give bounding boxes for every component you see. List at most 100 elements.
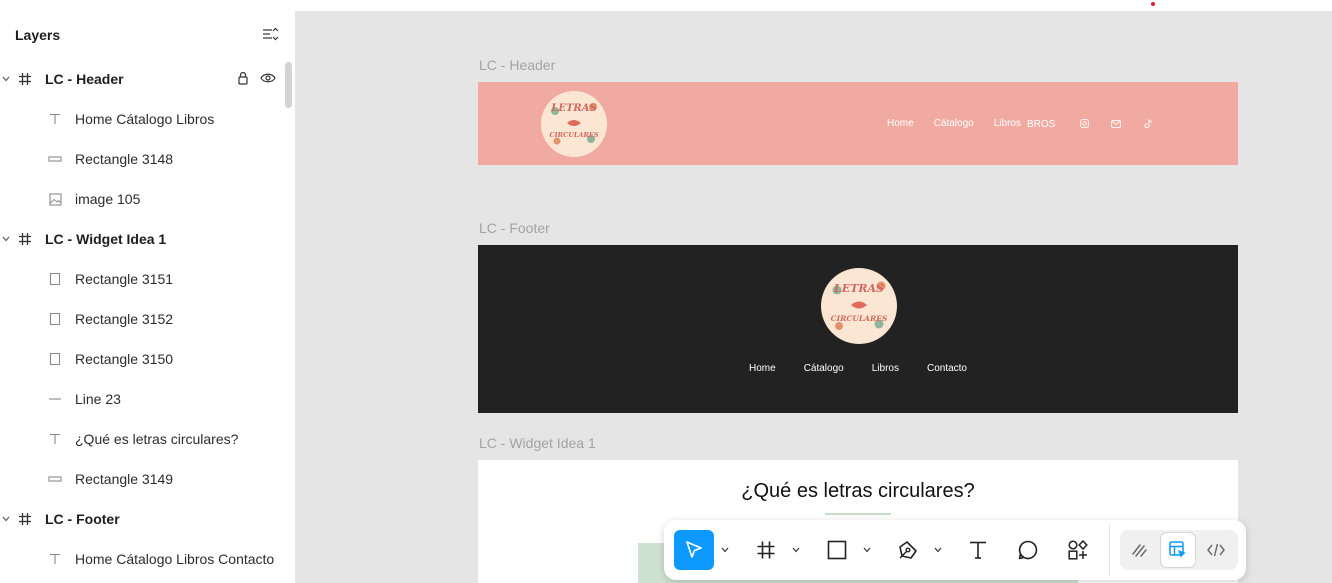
layer-label: Home Cátalogo Libros Contacto [75, 551, 275, 567]
comment-bubble-icon [1018, 540, 1038, 560]
layer-frame-lc-widget-idea-1[interactable]: LC - Widget Idea 1 [0, 219, 285, 259]
text-t-icon [970, 541, 986, 559]
layer-label: Rectangle 3148 [75, 151, 174, 167]
layers-scrollbar[interactable] [285, 62, 292, 108]
header-nav-home[interactable]: Home [887, 118, 914, 129]
lock-icon[interactable] [236, 71, 250, 88]
header-nav-catalogo[interactable]: Cátalogo [934, 118, 974, 129]
layer-label: ¿Qué es letras circulares? [75, 431, 239, 447]
layer-line-23[interactable]: Line 23 [0, 379, 285, 419]
layer-rectangle-3150[interactable]: Rectangle 3150 [0, 339, 285, 379]
chevron-down-icon[interactable] [1, 234, 11, 244]
layer-label: Home Cátalogo Libros [75, 111, 215, 127]
cursor-arrow-icon [686, 541, 702, 558]
bottom-toolbar [664, 520, 1246, 580]
notification-dot [1151, 2, 1155, 6]
rectangle-tall-icon [47, 311, 63, 327]
layer-label: LC - Header [45, 71, 124, 87]
rectangle-flat-icon [47, 151, 63, 167]
header-nav-bros[interactable]: BROS [1027, 119, 1055, 130]
layer-rectangle-3149[interactable]: Rectangle 3149 [0, 459, 285, 499]
rectangle-tall-icon [47, 351, 63, 367]
frame-hash-icon [757, 541, 775, 559]
footer-nav-home[interactable]: Home [749, 363, 776, 374]
layer-label: Line 23 [75, 391, 121, 407]
layer-label: Rectangle 3150 [75, 351, 174, 367]
hash-icon [17, 71, 33, 87]
image-icon [47, 191, 63, 207]
layer-rectangle-3152[interactable]: Rectangle 3152 [0, 299, 285, 339]
logo-decoration-icon [832, 281, 886, 330]
design-mode-button[interactable] [1161, 533, 1195, 567]
layer-label: Rectangle 3151 [75, 271, 174, 287]
chevron-down-icon[interactable] [1, 74, 11, 84]
canvas-top-strip [295, 0, 1332, 11]
chevron-down-icon[interactable] [1, 514, 11, 524]
line-icon [47, 391, 63, 407]
frame-label-widget[interactable]: LC - Widget Idea 1 [479, 435, 596, 451]
pen-tool-caret[interactable] [933, 545, 943, 555]
draw-squiggle-icon [1132, 544, 1147, 557]
rectangle-icon [827, 540, 847, 560]
move-tool-button[interactable] [674, 530, 714, 570]
widget-title: ¿Qué es letras circulares? [741, 480, 975, 502]
rectangle-tall-icon [47, 271, 63, 287]
mode-switcher [1120, 530, 1238, 570]
text-tool-button[interactable] [962, 530, 994, 570]
move-tool-caret[interactable] [720, 545, 730, 555]
footer-nav-catalogo[interactable]: Cátalogo [804, 363, 844, 374]
layer-text-que-es-letras-circulares[interactable]: ¿Qué es letras circulares? [0, 419, 285, 459]
chevron-down-icon [792, 547, 800, 553]
assets-tool-button[interactable] [1062, 530, 1094, 570]
list-collapse-icon [263, 27, 279, 41]
frame-tool-button[interactable] [750, 530, 782, 570]
text-icon [47, 111, 63, 127]
hash-icon [17, 231, 33, 247]
layer-text-home-catalogo-libros-contacto[interactable]: Home Cátalogo Libros Contacto [0, 539, 285, 579]
layer-frame-lc-footer[interactable]: LC - Footer [0, 499, 285, 539]
footer-nav: Home Cátalogo Libros Contacto [478, 363, 1238, 374]
footer-logo-image: LETRAS CIRCULARES [821, 268, 897, 344]
layer-actions [236, 71, 276, 88]
mail-icon[interactable] [1111, 119, 1122, 129]
logo-decoration-icon [551, 103, 597, 145]
layer-image-105[interactable]: image 105 [0, 179, 285, 219]
shapes-plus-icon [1068, 539, 1088, 560]
rectangle-tool-caret[interactable] [862, 545, 872, 555]
layer-rectangle-3148[interactable]: Rectangle 3148 [0, 139, 285, 179]
rectangle-tool-button[interactable] [821, 530, 853, 570]
logo-text-bottom: CIRCULARES [830, 314, 888, 323]
logo-image: LETRAS CIRCULARES [541, 91, 607, 157]
frame-label-footer[interactable]: LC - Footer [479, 220, 550, 236]
footer-nav-contacto[interactable]: Contacto [927, 363, 967, 374]
tiktok-icon[interactable] [1143, 119, 1153, 129]
chevron-down-icon [863, 547, 871, 553]
eye-icon[interactable] [260, 71, 276, 88]
dev-mode-button[interactable] [1199, 533, 1233, 567]
chevron-down-icon [934, 547, 942, 553]
pen-tool-button[interactable] [892, 530, 924, 570]
instagram-icon[interactable] [1079, 119, 1089, 129]
design-layout-icon [1169, 541, 1186, 558]
footer-nav-libros[interactable]: Libros [872, 363, 899, 374]
layer-label: Rectangle 3149 [75, 471, 174, 487]
draw-mode-button[interactable] [1123, 533, 1157, 567]
header-frame[interactable]: LETRAS CIRCULARES Home Cátalogo Libros B… [478, 82, 1238, 165]
text-icon [47, 551, 63, 567]
layer-text-home-catalogo-libros[interactable]: Home Cátalogo Libros [0, 99, 285, 139]
pen-nib-icon [899, 541, 917, 559]
frame-tool-caret[interactable] [791, 545, 801, 555]
chevron-down-icon [721, 547, 729, 553]
layer-label: LC - Footer [45, 511, 120, 527]
comment-tool-button[interactable] [1012, 530, 1044, 570]
header-nav-libros[interactable]: Libros [994, 118, 1021, 129]
layer-label: LC - Widget Idea 1 [45, 231, 167, 247]
frame-label-header[interactable]: LC - Header [479, 57, 555, 73]
code-brackets-icon [1207, 543, 1225, 557]
layer-rectangle-3151[interactable]: Rectangle 3151 [0, 259, 285, 299]
footer-frame[interactable]: LETRAS CIRCULARES Home Cátalogo Libros C… [478, 245, 1238, 413]
collapse-layers-button[interactable] [259, 25, 281, 43]
layer-label: image 105 [75, 191, 141, 207]
toolbar-divider [1109, 524, 1110, 576]
layer-frame-lc-header[interactable]: LC - Header [0, 59, 285, 99]
